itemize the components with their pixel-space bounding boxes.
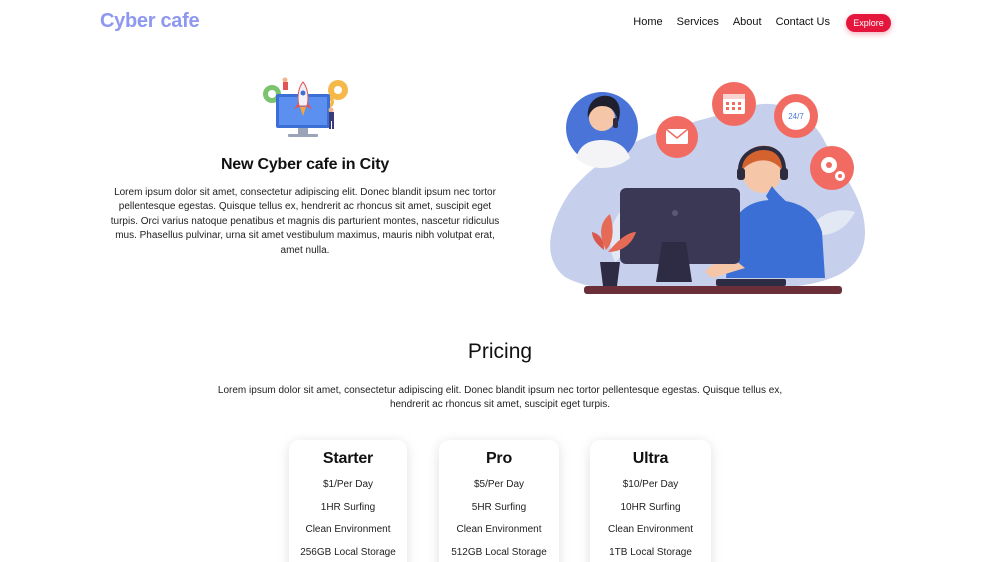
plan-price: $5/Per Day bbox=[473, 479, 525, 490]
badge-24-7: 24/7 bbox=[788, 112, 804, 121]
nav-link-home[interactable]: Home bbox=[633, 16, 662, 28]
plan-name: Starter bbox=[322, 450, 374, 467]
hero-text: Lorem ipsum dolor sit amet, consectetur … bbox=[110, 187, 500, 256]
plan-feature: 5HR Surfing bbox=[471, 501, 527, 513]
pricing-card-starter[interactable]: Starter $1/Per Day 1HR Surfing Clean Env… bbox=[289, 440, 407, 562]
plan-feature: 1HR Surfing bbox=[320, 501, 376, 513]
nav-link-services[interactable]: Services bbox=[677, 16, 719, 28]
navbar: Cyber cafe Home Services About Contact U… bbox=[0, 0, 1000, 48]
support-agent-illustration: 24/7 bbox=[550, 82, 865, 294]
pricing-description: Lorem ipsum dolor sit amet, consectetur … bbox=[217, 385, 783, 411]
plan-feature: 1TB Local Storage bbox=[609, 546, 692, 558]
plan-name: Pro bbox=[485, 450, 513, 467]
nav-link-contact[interactable]: Contact Us bbox=[776, 16, 830, 28]
plan-name: Ultra bbox=[632, 450, 669, 467]
plan-price: $10/Per Day bbox=[622, 479, 679, 490]
nav-link-about[interactable]: About bbox=[733, 16, 762, 28]
plan-price: $1/Per Day bbox=[322, 479, 374, 490]
pricing-title: Pricing bbox=[467, 340, 533, 363]
plan-feature: 256GB Local Storage bbox=[300, 546, 396, 558]
plan-feature: Clean Environment bbox=[456, 524, 542, 536]
pricing-card-pro[interactable]: Pro $5/Per Day 5HR Surfing Clean Environ… bbox=[439, 440, 559, 562]
plan-feature: 512GB Local Storage bbox=[451, 546, 547, 558]
pricing-card-ultra[interactable]: Ultra $10/Per Day 10HR Surfing Clean Env… bbox=[590, 440, 711, 562]
plan-feature: 10HR Surfing bbox=[620, 501, 681, 513]
explore-button[interactable]: Explore bbox=[846, 14, 891, 32]
plan-feature: Clean Environment bbox=[305, 524, 391, 536]
brand-logo[interactable]: Cyber cafe bbox=[100, 10, 200, 33]
hero-title: New Cyber cafe in City bbox=[220, 156, 390, 173]
plan-feature: Clean Environment bbox=[607, 524, 694, 536]
rocket-launch-icon bbox=[263, 77, 348, 137]
nav-links: Home Services About Contact Us bbox=[633, 16, 830, 28]
